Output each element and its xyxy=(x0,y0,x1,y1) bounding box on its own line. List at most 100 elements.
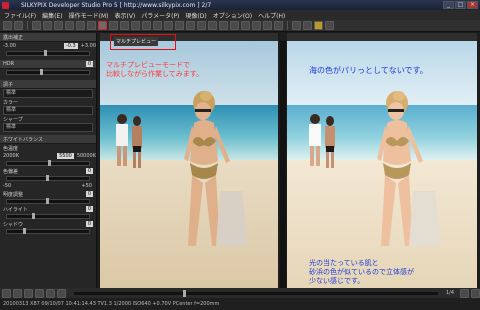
exposure-value-field[interactable]: -0.3 xyxy=(63,43,78,49)
rotate-right-icon[interactable] xyxy=(43,21,52,30)
hdr-header[interactable]: HDR 0 xyxy=(0,60,96,69)
hdr-slider[interactable] xyxy=(6,69,90,75)
spot-icon[interactable] xyxy=(219,21,228,30)
preview-pane-original[interactable]: マルチプレビューモードで 比較しながら作業してみます。 xyxy=(100,41,278,288)
close-button[interactable]: × xyxy=(467,1,478,9)
exposure-slider[interactable] xyxy=(6,50,90,56)
menu-parameter[interactable]: パラメータ(P) xyxy=(141,11,179,20)
eyedropper-icon[interactable] xyxy=(175,21,184,30)
pane-divider[interactable] xyxy=(280,41,286,288)
exposure-header[interactable]: 露出補正 xyxy=(0,33,96,42)
flag-icon[interactable] xyxy=(57,288,66,298)
preview-pane-adjusted[interactable]: 海の色がパリっとしてないです。 光の当たっている肌と 砂浜の色が似ているので立体… xyxy=(287,41,477,288)
tone-dropdown[interactable]: 標準 xyxy=(3,89,93,98)
menu-view[interactable]: 表示(V) xyxy=(114,11,135,20)
tint-max: +50 xyxy=(81,183,92,189)
menu-edit[interactable]: 編集(E) xyxy=(42,11,62,20)
contrast-label: 明度調整 xyxy=(3,191,24,198)
straighten-icon[interactable] xyxy=(208,21,217,30)
colortemp-slider[interactable] xyxy=(6,160,90,166)
preview-pane-toolbar-right xyxy=(287,33,477,41)
contrast-row: 明度調整 0 xyxy=(0,190,96,198)
last-image-icon[interactable] xyxy=(35,288,44,298)
title-bar: SILKYPIX Developer Studio Pro 5 [ http:/… xyxy=(0,0,480,10)
fit-icon[interactable] xyxy=(460,288,469,298)
tone-row[interactable]: 調子 xyxy=(0,80,96,89)
preview-icon[interactable] xyxy=(65,21,74,30)
print-icon[interactable] xyxy=(292,21,301,30)
develop-icon[interactable] xyxy=(263,21,272,30)
slider-knob[interactable] xyxy=(46,198,50,204)
full-view-icon[interactable] xyxy=(87,21,96,30)
save-icon[interactable] xyxy=(14,21,23,30)
shadow-slider[interactable] xyxy=(6,228,90,234)
star-icon[interactable] xyxy=(314,21,323,30)
color-dropdown[interactable]: 標準 xyxy=(3,106,93,115)
image-info-bar: 20100313 X87 09/10/07 10:41:14.43 TV1.3 … xyxy=(0,298,480,310)
rating-icon[interactable] xyxy=(46,288,55,298)
hdr-value-field[interactable]: 0 xyxy=(85,61,93,67)
slider-knob[interactable] xyxy=(48,160,51,166)
settings-icon[interactable] xyxy=(303,21,312,30)
menu-help[interactable]: ヘルプ(H) xyxy=(258,11,285,20)
grid-icon[interactable] xyxy=(120,21,129,30)
thumbnail-icon[interactable] xyxy=(54,21,63,30)
colortemp-value-field[interactable]: 5500 xyxy=(57,153,74,159)
wb-picker-icon[interactable] xyxy=(186,21,195,30)
sharp-row: シャープ xyxy=(0,115,96,123)
slider-knob[interactable] xyxy=(31,213,35,219)
tint-value-field[interactable]: 0 xyxy=(85,168,93,174)
zoom-fit-icon[interactable] xyxy=(131,21,140,30)
slider-knob[interactable] xyxy=(43,50,47,56)
colortemp-min: 2000K xyxy=(3,153,20,159)
first-image-icon[interactable] xyxy=(2,288,11,298)
menu-file[interactable]: ファイル(F) xyxy=(4,11,36,20)
contrast-value-field[interactable]: 0 xyxy=(85,191,93,197)
zoom-icon[interactable] xyxy=(142,21,151,30)
tint-row: 色偏差 0 xyxy=(0,167,96,175)
prev-image-icon[interactable] xyxy=(13,288,22,298)
tint-slider[interactable] xyxy=(6,175,90,181)
combined-view-icon[interactable] xyxy=(76,21,85,30)
crop-icon[interactable] xyxy=(197,21,206,30)
highlight-value-field[interactable]: 0 xyxy=(85,206,93,212)
highlight-slider[interactable] xyxy=(6,213,90,219)
white-balance-header[interactable]: ホワイトバランス xyxy=(0,135,96,144)
annotation-left-line2: 比較しながら作業してみます。 xyxy=(106,70,204,78)
tag-icon[interactable] xyxy=(252,21,261,30)
sharp-dropdown[interactable]: 標準 xyxy=(3,123,93,132)
bottom-toolbar: 1/4 xyxy=(0,288,480,298)
partial-correction-icon[interactable] xyxy=(230,21,239,30)
slider-knob[interactable] xyxy=(46,175,50,181)
compare-icon[interactable] xyxy=(109,21,118,30)
multi-preview-icon[interactable] xyxy=(98,21,107,30)
beach-photo xyxy=(309,91,441,246)
brush-icon[interactable] xyxy=(241,21,250,30)
image-info-text: 20100313 X87 09/10/07 10:41:14.43 TV1.3 … xyxy=(3,301,220,307)
slider-knob[interactable] xyxy=(23,228,27,234)
contrast-slider[interactable] xyxy=(6,198,90,204)
info-icon[interactable] xyxy=(325,21,334,30)
menu-option[interactable]: オプション(O) xyxy=(213,11,252,20)
exposure-label: 露出補正 xyxy=(3,34,24,41)
minimize-button[interactable]: _ xyxy=(443,1,454,9)
histogram-icon[interactable] xyxy=(471,288,480,298)
maximize-button[interactable]: □ xyxy=(455,1,466,9)
shadow-value-field[interactable]: 0 xyxy=(85,221,93,227)
slider-knob[interactable] xyxy=(183,289,187,297)
open-icon[interactable] xyxy=(3,21,12,30)
loupe-icon[interactable] xyxy=(153,21,162,30)
tint-min: -50 xyxy=(3,183,12,189)
slider-knob[interactable] xyxy=(39,69,43,75)
zoom-level: 1/4 xyxy=(445,290,454,296)
batch-develop-icon[interactable] xyxy=(274,21,283,30)
menu-bar: ファイル(F) 編集(E) 操作モード(M) 表示(V) パラメータ(P) 現像… xyxy=(0,10,480,20)
hand-icon[interactable] xyxy=(164,21,173,30)
next-image-icon[interactable] xyxy=(24,288,33,298)
menu-develop[interactable]: 現像(D) xyxy=(185,11,206,20)
menu-mode[interactable]: 操作モード(M) xyxy=(69,11,109,20)
window-controls: _ □ × xyxy=(443,1,478,9)
rotate-left-icon[interactable] xyxy=(32,21,41,30)
zoom-slider[interactable] xyxy=(74,289,438,297)
annotation-right-top: 海の色がパリっとしてないです。 xyxy=(309,66,428,75)
